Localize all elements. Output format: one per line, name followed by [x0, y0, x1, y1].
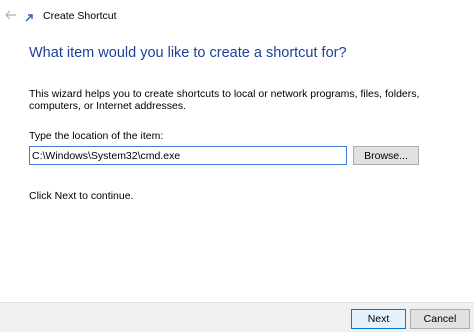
browse-button[interactable]: Browse... [353, 146, 419, 165]
wizard-footer: Next Cancel [0, 302, 474, 332]
location-label: Type the location of the item: [29, 130, 164, 142]
continue-hint: Click Next to continue. [29, 190, 134, 202]
location-input[interactable] [29, 146, 347, 165]
window-title: Create Shortcut [43, 10, 117, 22]
cancel-button[interactable]: Cancel [410, 309, 470, 329]
back-arrow-icon [5, 10, 16, 20]
title-bar: Create Shortcut [0, 0, 474, 32]
next-button[interactable]: Next [351, 309, 406, 329]
wizard-description: This wizard helps you to create shortcut… [29, 88, 420, 112]
shortcut-wizard-icon [25, 13, 34, 22]
back-button[interactable] [2, 6, 20, 24]
wizard-heading: What item would you like to create a sho… [29, 45, 347, 61]
